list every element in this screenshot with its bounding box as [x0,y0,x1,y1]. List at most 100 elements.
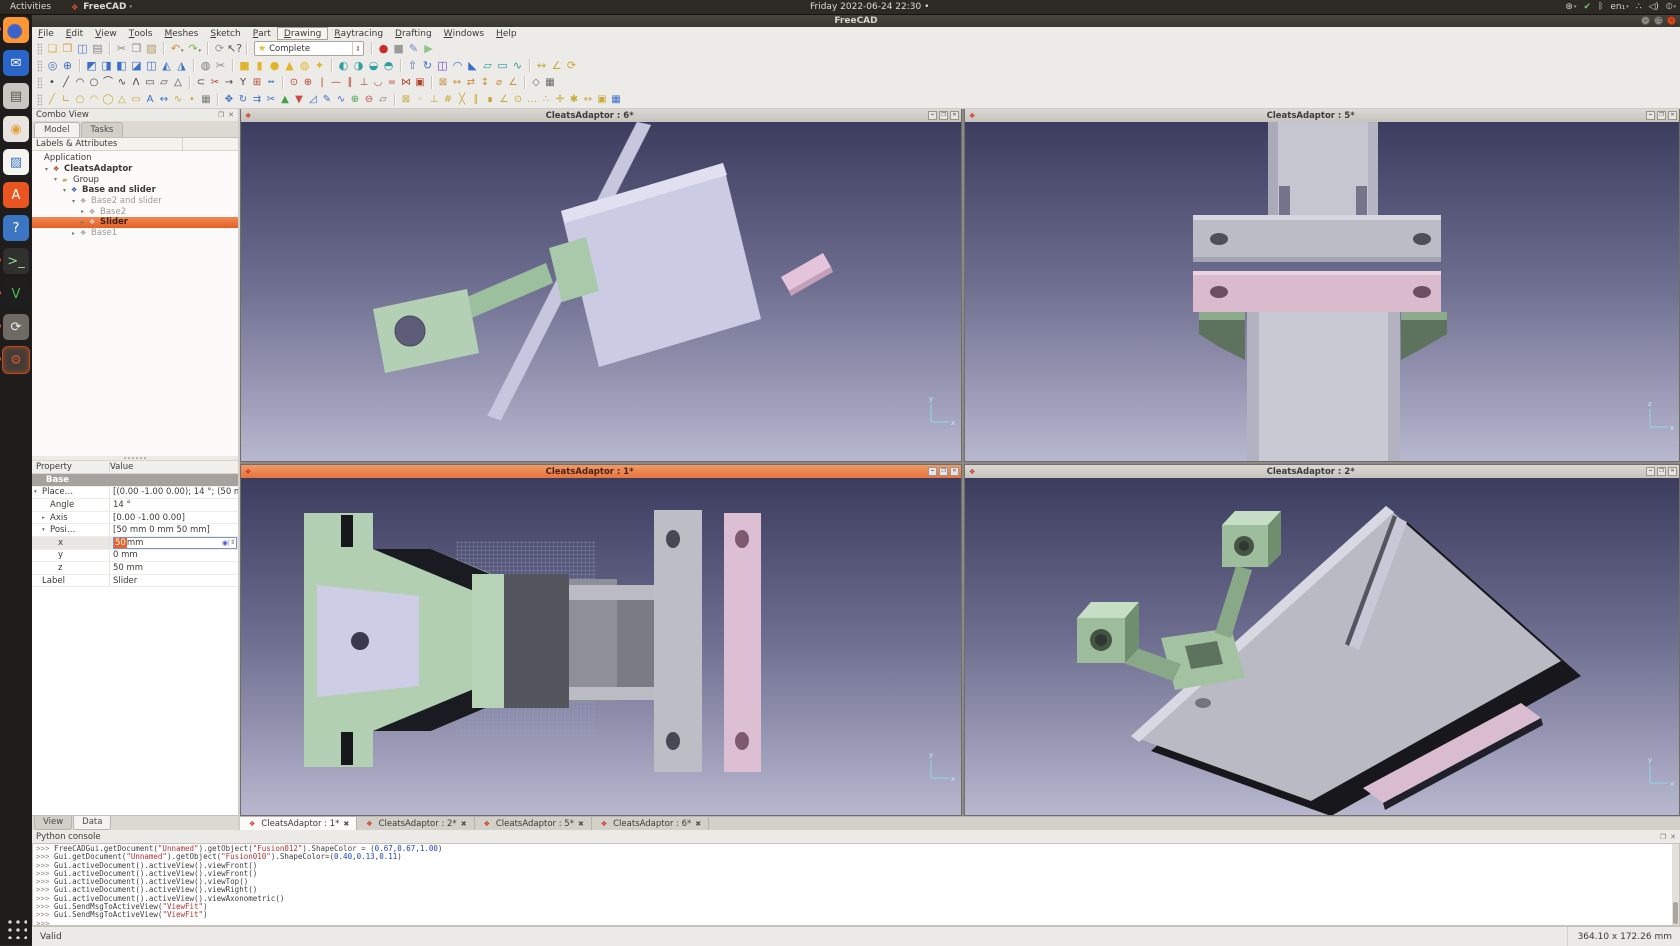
viewport-minimize-button[interactable]: ‒ [928,467,937,476]
property-value[interactable]: 50 mm◉⇕ [110,537,238,549]
viewport-5-titlebar[interactable]: ❖ CleatsAdaptor : 5* ‒ ❐ ✕ [965,109,1679,122]
menu-edit[interactable]: Edit [60,27,89,40]
expander-icon[interactable]: ▾ [34,489,42,495]
cut-icon[interactable]: ✂ [114,41,129,56]
mdi-tab-cleatsadaptor-6[interactable]: ❖CleatsAdaptor : 6*✖ [592,817,709,831]
tray-keyboard-layout-icon[interactable]: en₁▾ [1610,2,1628,12]
property-value[interactable]: 0 mm [110,550,238,562]
show-applications-button[interactable] [5,917,27,939]
tree-item-base-and-slider[interactable]: ▾❖Base and slider [32,185,238,196]
workbench-selector[interactable]: ★Complete⇕ [254,41,364,56]
menu-help[interactable]: Help [490,27,523,40]
paste-icon[interactable]: ▨ [144,41,159,56]
app-menu[interactable]: ❖ FreeCAD ▾ [61,2,140,12]
dock-backup-tool[interactable]: ⟳ [3,314,29,340]
property-x[interactable]: x50 mm◉⇕ [32,537,238,550]
toolbar-drag-handle[interactable] [37,43,42,55]
vertical-splitter[interactable] [238,108,240,830]
draft-add-point-icon[interactable]: ⊕ [348,93,362,106]
draft-wire-to-bspline-icon[interactable]: ∿ [334,93,348,106]
draft-arc-icon[interactable]: ◠ [87,93,101,106]
snap-working-plane-icon[interactable]: ▣ [595,93,609,106]
combo-view-titlebar[interactable]: Combo View ❐ ✕ [32,108,238,121]
viewport-2-canvas[interactable]: xy [965,478,1679,815]
constraint-vertical-icon[interactable]: | [315,76,329,89]
draft-rectangle-icon[interactable]: ▭ [129,93,143,106]
property-y[interactable]: y0 mm [32,550,238,563]
window-titlebar[interactable]: FreeCAD ‒ ❐ ✕ [32,14,1680,28]
measure-refresh-icon[interactable]: ⟳ [564,58,579,73]
draft-point-icon[interactable]: • [185,93,199,106]
draft-edit-icon[interactable]: ✎ [320,93,334,106]
viewport-restore-button[interactable]: ❐ [939,111,948,120]
close-panel-icon[interactable]: ✕ [1670,833,1676,841]
viewport-5-canvas[interactable]: xz [965,122,1679,461]
property-value[interactable]: 50 mm [110,562,238,574]
tree-item-base2-and-slider[interactable]: ▾❖Base2 and slider [32,196,238,207]
expander-icon[interactable]: ▾ [54,176,62,183]
redo-caret-icon[interactable]: ▾ [199,48,202,54]
close-tab-icon[interactable]: ✖ [343,820,349,828]
mdi-tab-cleatsadaptor-1[interactable]: ❖CleatsAdaptor : 1*✖ [240,817,357,831]
viewport-minimize-button[interactable]: ‒ [1646,467,1655,476]
sketch-trim-icon[interactable]: ✂ [208,76,222,89]
tray-shield-icon[interactable]: ✔ [1583,2,1591,12]
print-icon[interactable]: ▤ [90,41,105,56]
view-left-icon[interactable]: ◮ [174,58,189,73]
snap-intersection-icon[interactable]: ╳ [455,93,469,106]
snap-extension-icon[interactable]: … [525,93,539,106]
refresh-icon[interactable]: ⟳ [212,41,227,56]
measure-angular-icon[interactable]: ∠ [549,58,564,73]
sketch-point-icon[interactable]: • [45,76,59,89]
snap-near-icon[interactable]: ∴ [539,93,553,106]
close-tab-icon[interactable]: ✖ [578,820,584,828]
minimize-button[interactable]: ‒ [1641,16,1650,25]
constraint-lock-icon[interactable]: ⊠ [436,76,450,89]
viewport-restore-button[interactable]: ❐ [939,467,948,476]
viewport-6-canvas[interactable]: xy [241,122,961,461]
snap-special-icon[interactable]: ✱ [567,93,581,106]
float-panel-icon[interactable]: ❐ [1660,833,1666,841]
mdi-tab-cleatsadaptor-2[interactable]: ❖CleatsAdaptor : 2*✖ [357,817,474,831]
macro-record-icon[interactable]: ● [376,41,391,56]
draft-delete-point-icon[interactable]: ⊖ [362,93,376,106]
tab-data[interactable]: Data [73,816,111,830]
snap-endpoint-icon[interactable]: ∎ [483,93,497,106]
draft-rotate-icon[interactable]: ↻ [236,93,250,106]
draft-facebinder-icon[interactable]: ▦ [199,93,213,106]
property-label[interactable]: LabelSlider [32,575,238,588]
view-isometric-icon[interactable]: ◩ [84,58,99,73]
menu-drawing[interactable]: Drawing [277,27,328,40]
viewport-close-button[interactable]: ✕ [1668,111,1677,120]
property-value[interactable]: [(0.00 -1.00 0.00); 14 °; (50 mm 0 mm 5… [110,487,238,499]
draft-bspline-icon[interactable]: ∿ [171,93,185,106]
tree-item-cleatsadaptor[interactable]: ▾❖CleatsAdaptor [32,164,238,175]
viewport-restore-button[interactable]: ❐ [1657,467,1666,476]
macro-stop-icon[interactable]: ■ [391,41,406,56]
draft-ellipse-icon[interactable]: ◯ [101,93,115,106]
boolean-intersection-icon[interactable]: ◒ [366,58,381,73]
draft-downgrade-icon[interactable]: ▼ [292,93,306,106]
tray-volume-icon[interactable]: ◁) [1649,2,1659,12]
sketch-rectangle-icon[interactable]: ▭ [143,76,157,89]
expander-icon[interactable]: ▾ [45,166,53,173]
draft-text-icon[interactable]: A [143,93,157,106]
chamfer-icon[interactable]: ◣ [465,58,480,73]
property-place[interactable]: ▾Place…[(0.00 -1.00 0.00); 14 °; (50 mm … [32,487,238,500]
dock-libreoffice[interactable]: ▨ [3,149,29,175]
toggle-grid-icon[interactable]: ▦ [609,93,623,106]
extrude-icon[interactable]: ⇧ [405,58,420,73]
select-constraints-icon[interactable]: ▦ [543,76,557,89]
viewport-6-titlebar[interactable]: ❖ CleatsAdaptor : 6* ‒ ❐ ✕ [241,109,961,122]
expander-icon[interactable]: ▸ [81,208,89,215]
boolean-section-icon[interactable]: ◓ [381,58,396,73]
viewport-close-button[interactable]: ✕ [950,111,959,120]
tray-bluetooth-icon[interactable]: ᛒ [1598,2,1603,12]
sketch-extend-icon[interactable]: → [222,76,236,89]
sketch-fillet-icon[interactable]: ⊂ [194,76,208,89]
scrollbar-thumb[interactable] [1673,902,1678,924]
sketch-polyline-icon[interactable]: Λ [129,76,143,89]
save-document-icon[interactable]: ◫ [75,41,90,56]
view-right-icon[interactable]: ◪ [129,58,144,73]
view-top-icon[interactable]: ◧ [114,58,129,73]
